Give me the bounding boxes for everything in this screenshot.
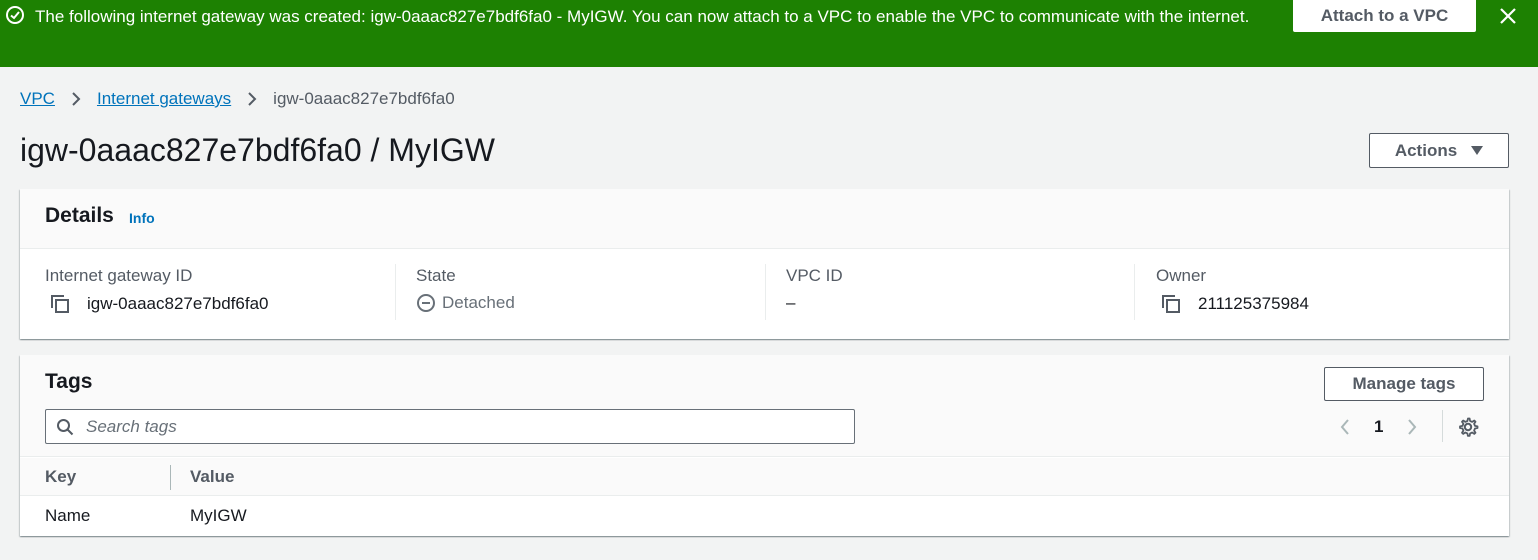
column-divider <box>1134 264 1135 320</box>
table-header-row: Key Value <box>20 458 1509 496</box>
status-stopped-icon <box>417 294 435 312</box>
success-flash-banner: The following internet gateway was creat… <box>0 0 1538 67</box>
copy-icon[interactable] <box>49 293 71 315</box>
tags-title: Tags <box>45 370 93 393</box>
flash-message: The following internet gateway was creat… <box>35 7 1250 26</box>
column-divider <box>395 264 396 320</box>
detail-value: Detached <box>442 293 515 312</box>
table-row: Name MyIGW <box>20 496 1509 536</box>
search-tags-input[interactable] <box>86 413 846 440</box>
actions-dropdown-button[interactable]: Actions <box>1369 133 1509 168</box>
column-divider <box>170 465 171 490</box>
detail-label: State <box>416 266 456 285</box>
details-header <box>20 189 1509 249</box>
page-title: igw-0aaac827e7bdf6fa0 / MyIGW <box>20 132 495 168</box>
copy-icon[interactable] <box>1160 293 1182 315</box>
actions-label: Actions <box>1394 140 1458 160</box>
manage-tags-button[interactable]: Manage tags <box>1324 367 1484 401</box>
tags-panel: Tags Manage tags 1 Key Value Name MyIGW <box>20 355 1509 536</box>
pagination: 1 <box>1340 413 1417 441</box>
column-header-value[interactable]: Value <box>190 467 234 487</box>
chevron-right-icon <box>248 92 257 106</box>
search-icon <box>57 419 74 436</box>
details-panel: Details Info Internet gateway ID igw-0aa… <box>20 189 1509 339</box>
detail-vpc-id: VPC ID – <box>786 265 843 319</box>
detail-label: Internet gateway ID <box>45 266 193 285</box>
tag-value-cell: MyIGW <box>190 506 247 525</box>
detail-value: 211125375984 <box>1198 294 1309 313</box>
detail-value: – <box>786 293 796 312</box>
chevron-right-icon <box>72 92 81 106</box>
detail-owner: Owner 211125375984 <box>1156 265 1309 319</box>
detail-label: Owner <box>1156 266 1207 285</box>
tag-key-cell: Name <box>45 506 91 525</box>
column-header-key[interactable]: Key <box>45 467 76 487</box>
success-check-icon <box>6 6 24 24</box>
breadcrumb: VPC Internet gateways igw-0aaac827e7bdf6… <box>20 88 455 110</box>
breadcrumb-internet-gateways-link[interactable]: Internet gateways <box>97 89 231 109</box>
gear-icon[interactable] <box>1457 416 1479 438</box>
breadcrumb-vpc-link[interactable]: VPC <box>20 89 55 109</box>
breadcrumb-current: igw-0aaac827e7bdf6fa0 <box>273 89 455 108</box>
page-number[interactable]: 1 <box>1374 417 1383 437</box>
chevron-left-icon[interactable] <box>1340 419 1350 435</box>
close-icon[interactable] <box>1497 5 1519 27</box>
attach-to-vpc-button[interactable]: Attach to a VPC <box>1293 0 1476 32</box>
detail-internet-gateway-id: Internet gateway ID igw-0aaac827e7bdf6fa… <box>45 265 268 319</box>
column-divider <box>765 264 766 320</box>
detail-value: igw-0aaac827e7bdf6fa0 <box>87 294 269 313</box>
info-link[interactable]: Info <box>129 210 155 226</box>
details-title: Details <box>45 204 114 227</box>
chevron-right-icon[interactable] <box>1407 419 1417 435</box>
search-tags-box[interactable] <box>45 409 855 444</box>
detail-label: VPC ID <box>786 266 843 285</box>
pager-divider <box>1442 410 1443 442</box>
detail-state: State Detached <box>416 265 515 319</box>
caret-down-icon <box>1471 146 1484 155</box>
